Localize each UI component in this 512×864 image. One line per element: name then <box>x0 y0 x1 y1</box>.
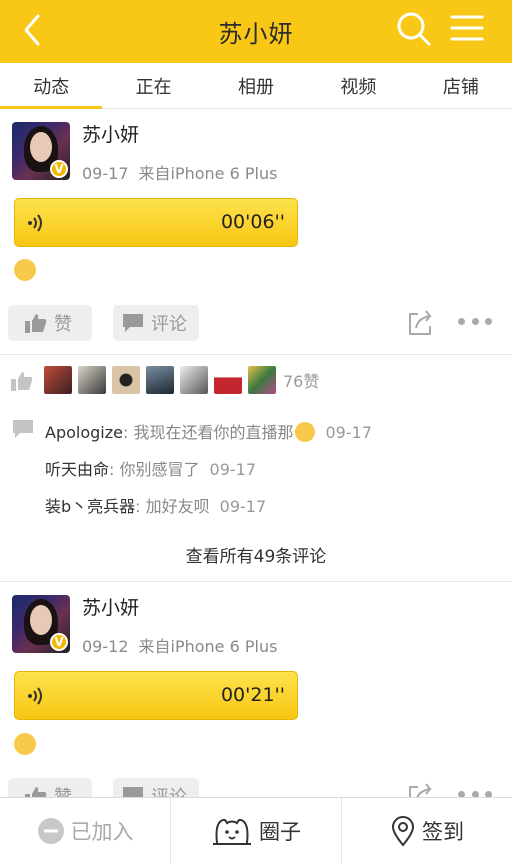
avatar[interactable]: V <box>12 122 70 180</box>
view-all-comments-link[interactable]: 查看所有49条评论 <box>0 542 512 567</box>
emoji-icon <box>14 259 36 281</box>
liker-avatar[interactable] <box>214 366 242 394</box>
voice-duration: 00'06'' <box>220 211 285 233</box>
thumbs-up-icon <box>25 314 47 333</box>
page-title: 苏小妍 <box>218 20 294 48</box>
comment-button[interactable]: 评论 <box>113 305 199 341</box>
bottom-action-bar: 已加入 圈子 签到 <box>0 797 512 864</box>
comment-label: 评论 <box>151 314 187 335</box>
post-meta: 09-12 来自iPhone 6 Plus <box>82 633 277 657</box>
emoji-icon <box>295 422 316 442</box>
post-date: 09-12 <box>82 637 129 656</box>
post-meta: 09-17 来自iPhone 6 Plus <box>82 160 277 184</box>
joined-label: 已加入 <box>70 820 134 844</box>
menu-icon[interactable] <box>448 10 486 46</box>
avatar[interactable]: V <box>12 595 70 653</box>
minus-circle-icon <box>37 818 64 844</box>
liker-avatar[interactable] <box>112 366 140 394</box>
joined-button[interactable]: 已加入 <box>0 798 171 864</box>
app-root: 苏小妍 动态 正在 相册 视频 店铺 V 苏小妍 09-17 来自iPhone 6… <box>0 0 512 864</box>
sound-wave-icon <box>28 687 42 705</box>
liker-avatar[interactable] <box>248 366 276 394</box>
liker-avatar[interactable] <box>180 366 208 394</box>
likes-row: 76赞 <box>0 364 512 396</box>
voice-message-button[interactable]: 00'06'' <box>14 198 298 247</box>
checkin-button[interactable]: 签到 <box>342 798 512 864</box>
thumbs-up-icon <box>11 372 33 391</box>
circle-label: 圈子 <box>259 820 301 844</box>
tab-shop[interactable]: 店铺 <box>410 63 512 108</box>
post-source: 来自iPhone 6 Plus <box>138 164 278 183</box>
dog-face-icon <box>213 818 251 845</box>
verified-badge-icon: V <box>50 633 68 651</box>
sound-wave-icon <box>28 214 42 232</box>
comment-bubble-icon <box>13 420 33 438</box>
post-author[interactable]: 苏小妍 <box>82 120 139 147</box>
liker-avatar[interactable] <box>44 366 72 394</box>
profile-tabs: 动态 正在 相册 视频 店铺 <box>0 63 512 109</box>
circle-button[interactable]: 圈子 <box>171 798 342 864</box>
post-source: 来自iPhone 6 Plus <box>138 637 278 656</box>
like-label: 赞 <box>54 314 72 335</box>
liker-avatar[interactable] <box>78 366 106 394</box>
tab-videos[interactable]: 视频 <box>307 63 409 108</box>
voice-message-button[interactable]: 00'21'' <box>14 671 298 720</box>
back-arrow-icon[interactable] <box>16 12 52 48</box>
search-icon[interactable] <box>394 9 434 49</box>
voice-duration: 00'21'' <box>220 684 285 706</box>
more-options-icon[interactable] <box>458 318 492 328</box>
divider <box>0 581 512 582</box>
divider <box>0 354 512 355</box>
kiss-emoji-icon <box>14 733 36 755</box>
comment-item[interactable]: Apologize: 我现在还看你的直播那 09-17 <box>45 419 372 443</box>
tab-albums[interactable]: 相册 <box>205 63 307 108</box>
tab-feed[interactable]: 动态 <box>0 63 103 109</box>
post-date: 09-17 <box>82 164 129 183</box>
post-author[interactable]: 苏小妍 <box>82 593 139 620</box>
likes-count: 76赞 <box>283 372 320 391</box>
top-bar: 苏小妍 <box>0 0 512 63</box>
comment-bubble-icon <box>123 314 143 332</box>
comment-item[interactable]: 装b丶亮兵器: 加好友呗 09-17 <box>45 493 266 517</box>
location-pin-icon <box>391 816 415 847</box>
liker-avatar[interactable] <box>146 366 174 394</box>
comment-item[interactable]: 听天由命: 你别感冒了 09-17 <box>45 456 256 480</box>
tab-now[interactable]: 正在 <box>102 63 204 108</box>
liker-avatars <box>44 366 282 394</box>
checkin-label: 签到 <box>422 820 464 844</box>
like-button[interactable]: 赞 <box>8 305 92 341</box>
share-icon[interactable] <box>406 308 436 338</box>
verified-badge-icon: V <box>50 160 68 178</box>
